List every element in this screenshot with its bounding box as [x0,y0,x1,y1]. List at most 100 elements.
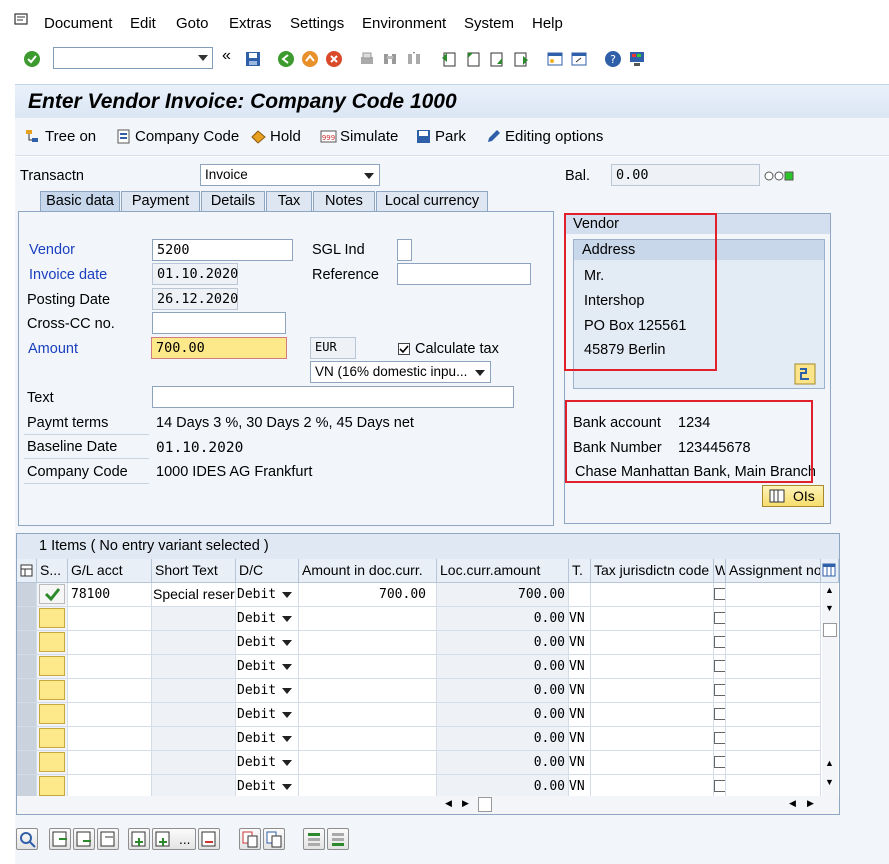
tax-jurisdiction-cell[interactable] [591,679,714,703]
tab-notes[interactable]: Notes [313,191,375,211]
tree-on-button[interactable]: Tree on [25,128,96,145]
col-w[interactable]: W [714,559,726,583]
find-next-icon[interactable] [405,50,423,68]
select-block-icon[interactable] [73,828,95,850]
tax-code-cell[interactable]: VN [569,655,591,679]
row-selector[interactable] [17,631,37,655]
status-indicator[interactable] [39,752,65,772]
w-checkbox-cell[interactable] [714,727,726,751]
tab-local-currency[interactable]: Local currency [376,191,488,211]
sort-descending-icon[interactable] [327,828,349,850]
tab-details[interactable]: Details [201,191,265,211]
menu-environment[interactable]: Environment [362,15,446,32]
menu-goto[interactable]: Goto [176,15,209,32]
w-checkbox[interactable] [714,660,725,672]
dc-select-cell[interactable]: Debit [236,631,299,655]
scroll-up-icon[interactable]: ▲ [825,585,834,595]
short-text-cell[interactable] [152,655,236,679]
row-selector[interactable] [17,679,37,703]
status-cell[interactable] [37,751,68,775]
assignment-cell[interactable] [726,679,821,703]
w-checkbox[interactable] [714,588,725,600]
w-checkbox[interactable] [714,780,725,792]
short-text-cell[interactable] [152,751,236,775]
sort-ascending-icon[interactable] [303,828,325,850]
col-status[interactable]: S... [37,559,68,583]
w-checkbox-cell[interactable] [714,631,726,655]
enter-check-icon[interactable] [23,50,41,68]
park-button[interactable]: Park [415,128,466,145]
w-checkbox-cell[interactable] [714,583,726,607]
scroll-right-icon[interactable]: ▶ [807,798,814,809]
ois-button[interactable]: OIs [762,485,824,507]
dc-select-cell[interactable]: Debit [236,655,299,679]
shortcut-icon[interactable] [570,50,588,68]
col-dc[interactable]: D/C [236,559,299,583]
w-checkbox[interactable] [714,612,725,624]
menu-edit[interactable]: Edit [130,15,156,32]
transactn-select[interactable]: Invoice [200,164,380,186]
amount-input[interactable]: 700.00 [151,337,287,359]
gl-acct-cell[interactable] [68,703,152,727]
amount-doc-cell[interactable] [299,679,437,703]
w-checkbox[interactable] [714,756,725,768]
row-selector[interactable] [17,751,37,775]
tax-jurisdiction-cell[interactable] [591,583,714,607]
w-checkbox-cell[interactable] [714,703,726,727]
w-checkbox[interactable] [714,732,725,744]
loc-amount-cell[interactable]: 700.00 [437,583,569,607]
w-checkbox[interactable] [714,636,725,648]
assignment-cell[interactable] [726,631,821,655]
loc-amount-cell[interactable]: 0.00 [437,655,569,679]
horizontal-scrollbar[interactable]: ◀ ▶ ◀ ▶ [17,796,839,814]
loc-amount-cell[interactable]: 0.00 [437,727,569,751]
vendor-input[interactable]: 5200 [152,239,293,261]
menu-system[interactable]: System [464,15,514,32]
scroll-up-icon[interactable]: ▲ [825,758,834,768]
gl-acct-cell[interactable] [68,607,152,631]
status-cell[interactable] [37,679,68,703]
tab-tax[interactable]: Tax [266,191,312,211]
status-cell[interactable] [37,583,68,607]
amount-doc-cell[interactable] [299,631,437,655]
w-checkbox-cell[interactable] [714,655,726,679]
gl-acct-cell[interactable] [68,751,152,775]
dc-select-cell[interactable]: Debit [236,679,299,703]
tax-code-cell[interactable]: VN [569,631,591,655]
dc-select-cell[interactable]: Debit [236,727,299,751]
status-indicator[interactable] [39,776,65,796]
tax-code-cell[interactable]: VN [569,679,591,703]
paste-icon[interactable] [263,828,285,850]
tax-jurisdiction-cell[interactable] [591,727,714,751]
hold-button[interactable]: Hold [250,128,301,145]
col-loc-amount[interactable]: Loc.curr.amount [437,559,569,583]
copy-icon[interactable] [239,828,261,850]
col-tax-code[interactable]: T. [569,559,591,583]
previous-page-icon[interactable] [464,50,482,68]
amount-doc-cell[interactable] [299,655,437,679]
company-code-button[interactable]: Company Code [115,128,239,145]
assignment-cell[interactable] [726,703,821,727]
menu-icon[interactable] [14,13,30,27]
last-page-icon[interactable] [512,50,530,68]
text-input[interactable] [152,386,514,408]
tax-jurisdiction-cell[interactable] [591,607,714,631]
menu-settings[interactable]: Settings [290,15,344,32]
assignment-cell[interactable] [726,655,821,679]
status-cell[interactable] [37,703,68,727]
delete-row-icon[interactable] [198,828,220,850]
vertical-scrollbar[interactable]: ▲ ▼ ▲ ▼ [822,583,838,797]
first-page-icon[interactable] [440,50,458,68]
status-indicator[interactable] [39,680,65,700]
scroll-right-icon[interactable]: ▶ [462,798,469,809]
gl-acct-cell[interactable]: 78100 [68,583,152,607]
loc-amount-cell[interactable]: 0.00 [437,751,569,775]
amount-doc-cell[interactable]: 700.00 [299,583,437,607]
amount-doc-cell[interactable] [299,727,437,751]
col-amount-doc[interactable]: Amount in doc.curr. [299,559,437,583]
assignment-cell[interactable] [726,727,821,751]
tax-code-select[interactable]: VN (16% domestic inpu... [310,361,491,383]
exit-icon[interactable] [301,50,319,68]
short-text-cell[interactable] [152,607,236,631]
row-selector[interactable] [17,655,37,679]
